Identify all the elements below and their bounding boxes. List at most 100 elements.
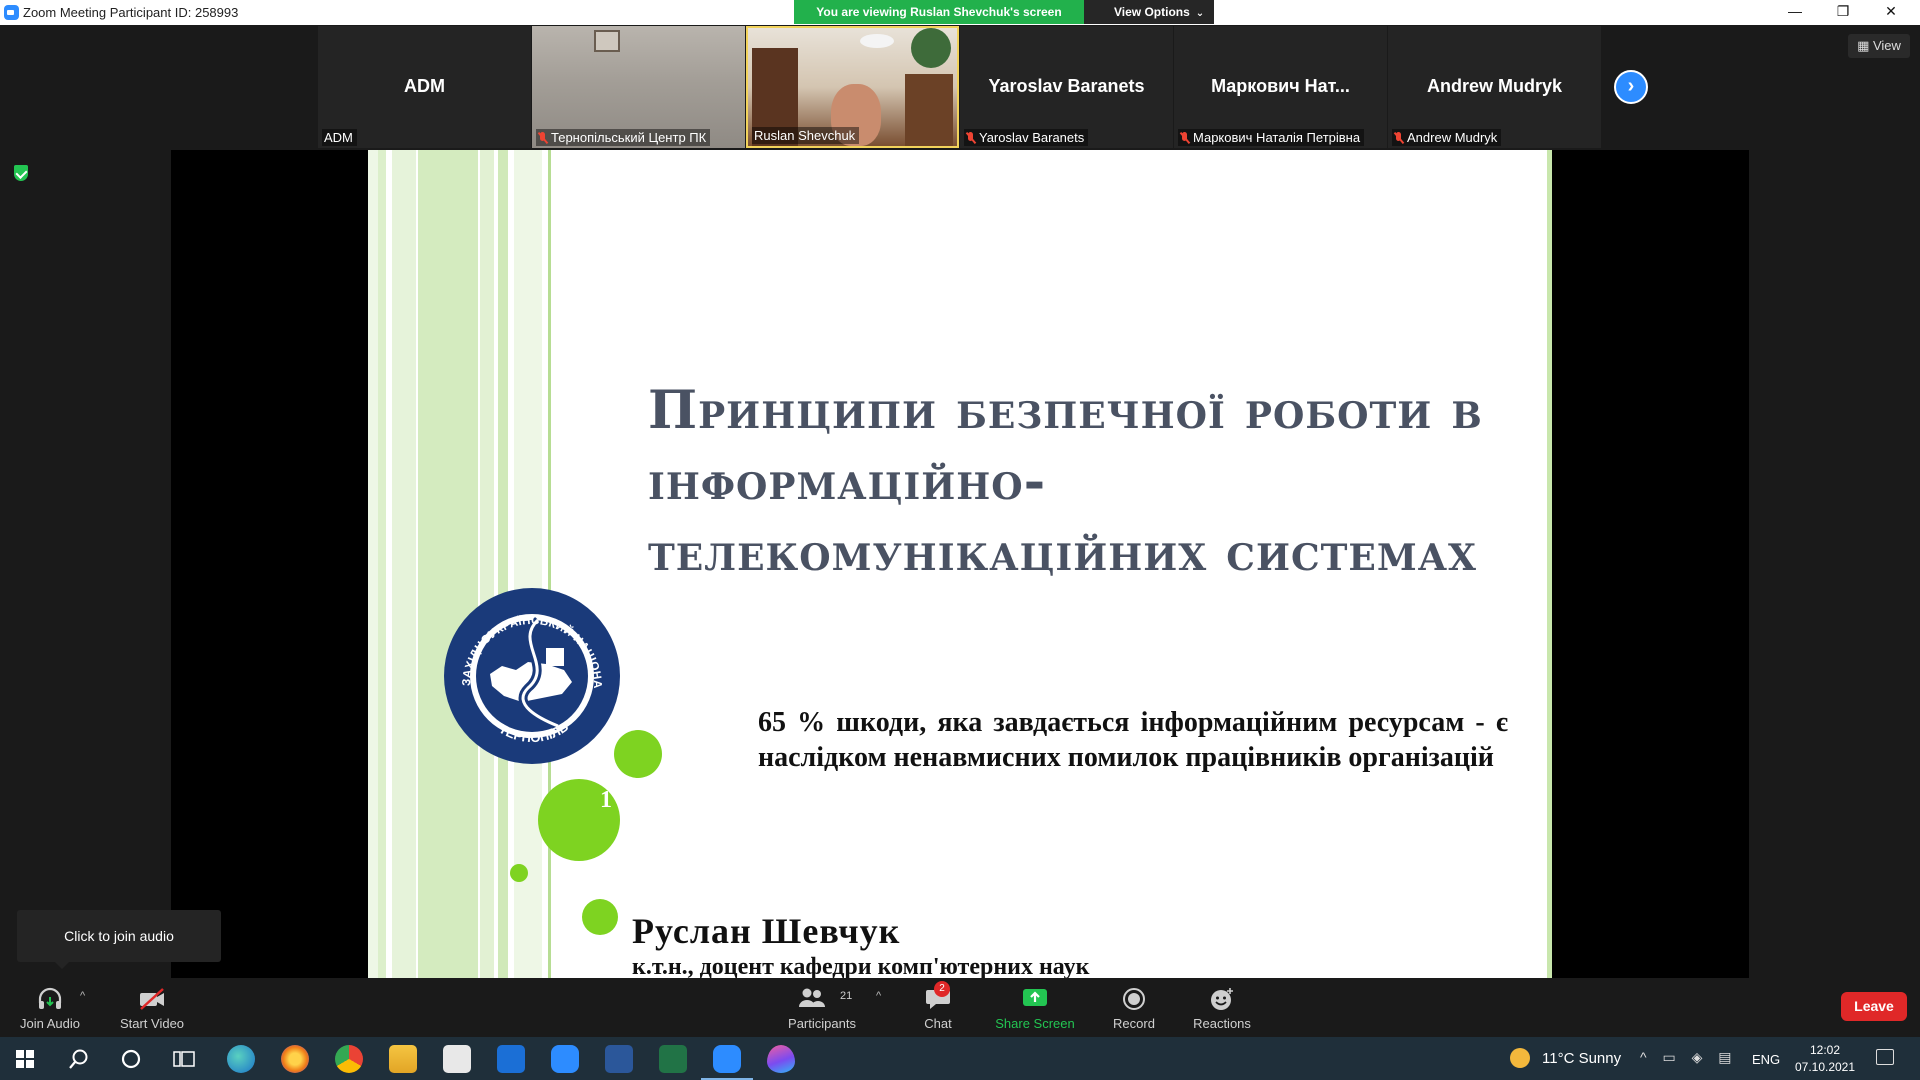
slide-stripe <box>392 150 416 978</box>
slide-stripe <box>418 150 478 978</box>
taskbar-date: 07.10.2021 <box>1794 1060 1856 1074</box>
slide-number: 1 <box>600 787 612 813</box>
notifications-icon[interactable] <box>1876 1049 1894 1065</box>
reactions-smiley-icon <box>1211 988 1233 1010</box>
chrome-icon[interactable] <box>335 1045 363 1073</box>
weather-sun-icon[interactable] <box>1510 1048 1530 1068</box>
search-icon[interactable] <box>68 1048 90 1070</box>
participant-tile-ruslan-shevchuk[interactable]: Ruslan Shevchuk <box>746 26 959 148</box>
participant-tile-andrew-mudryk[interactable]: Andrew Mudryk Andrew Mudryk <box>1388 26 1601 148</box>
slide-stripe <box>548 150 551 978</box>
zoom-icon[interactable] <box>551 1045 579 1073</box>
browser-icon[interactable] <box>281 1045 309 1073</box>
reactions-button[interactable]: Reactions <box>1182 978 1262 1037</box>
windows-taskbar: 11°C Sunny ^ ▭ ◈ ▤ ENG 12:02 07.10.2021 <box>0 1037 1920 1080</box>
excel-icon[interactable] <box>659 1045 687 1073</box>
slide-author-position: к.т.н., доцент кафедри комп'ютерних наук <box>632 954 1090 978</box>
chevron-down-icon: ⌄ <box>1195 8 1205 19</box>
slide-quote: 65 % шкоди, яка завдається інформаційним… <box>758 707 1508 773</box>
participant-tile-yaroslav-baranets[interactable]: Yaroslav Baranets Yaroslav Baranets <box>960 26 1173 148</box>
participants-icon <box>799 988 825 1007</box>
task-view-icon[interactable] <box>173 1049 195 1069</box>
taskbar-language[interactable]: ENG <box>1752 1052 1780 1067</box>
chat-button[interactable]: 2 Chat <box>898 978 978 1037</box>
next-participants-arrow-icon[interactable]: › <box>1614 70 1648 104</box>
participant-tile-adm[interactable]: ADM ADM <box>318 26 531 148</box>
slide-decor-circle <box>510 864 528 882</box>
participant-tile-ternopil-center[interactable]: Тернопільський Центр ПК <box>532 26 745 148</box>
mail-icon[interactable] <box>497 1045 525 1073</box>
grid-icon: ▦ <box>1857 38 1873 53</box>
participant-strip: ADM ADM Тернопільський Центр ПК Ruslan S… <box>318 26 1602 148</box>
meeting-controls-bar: Join Audio ^ Start Video 21 Participants… <box>0 978 1920 1037</box>
video-feed-plant <box>911 28 951 68</box>
paint-app-icon[interactable] <box>767 1045 795 1073</box>
window-title: Zoom Meeting Participant ID: 258993 <box>23 5 239 20</box>
participant-big-name: Маркович Нат... <box>1211 76 1350 96</box>
encryption-shield-icon[interactable] <box>14 165 28 181</box>
participant-label: ADM <box>322 129 357 146</box>
audio-options-caret-icon[interactable]: ^ <box>80 990 85 1002</box>
participant-label: Маркович Наталія Петрівна <box>1178 129 1365 146</box>
presentation-slide: 1 ЗАХІДНОУКРАЇНСЬКИЙ НАЦІОНАЛЬНИЙ УНІВЕР… <box>368 150 1552 978</box>
slide-stripe <box>1547 150 1552 978</box>
chat-unread-badge: 2 <box>934 981 950 997</box>
slide-stripe <box>480 150 494 978</box>
slide-title: Принципи безпечної роботи в інформаційно… <box>648 380 1483 583</box>
file-explorer-icon[interactable] <box>389 1045 417 1073</box>
mic-muted-icon <box>538 132 547 144</box>
share-screen-button[interactable]: Share Screen <box>990 978 1080 1037</box>
slide-stripe <box>514 150 542 978</box>
participant-label: Andrew Mudryk <box>1392 129 1502 146</box>
join-audio-tooltip: Click to join audio <box>17 910 221 969</box>
share-screen-label: Share Screen <box>995 1016 1075 1031</box>
leave-meeting-button[interactable]: Leave <box>1841 992 1907 1021</box>
join-audio-label: Join Audio <box>20 1016 80 1031</box>
participants-options-caret-icon[interactable]: ^ <box>876 990 881 1002</box>
view-options-button[interactable]: View Options ⌄ <box>1084 0 1214 24</box>
headphones-icon <box>38 987 62 1009</box>
participant-label: Тернопільський Центр ПК <box>536 129 711 146</box>
taskbar-clock[interactable]: 12:02 07.10.2021 <box>1790 1042 1860 1076</box>
view-layout-button[interactable]: ▦ View <box>1848 34 1910 58</box>
slide-stripe <box>498 150 508 978</box>
system-tray-icons[interactable]: ^ ▭ ◈ ▤ <box>1640 1049 1737 1066</box>
close-button[interactable]: ✕ <box>1868 0 1914 25</box>
record-icon <box>1123 988 1145 1010</box>
participant-label: Yaroslav Baranets <box>964 129 1089 146</box>
zoom-meeting-icon[interactable] <box>701 1045 753 1080</box>
view-options-label: View Options <box>1114 5 1190 19</box>
record-label: Record <box>1113 1016 1155 1031</box>
store-icon[interactable] <box>443 1045 471 1073</box>
participants-button[interactable]: 21 Participants <box>782 978 862 1037</box>
share-screen-icon <box>1023 989 1047 1006</box>
slide-stripe <box>378 150 386 978</box>
participant-label: Ruslan Shevchuk <box>752 127 860 144</box>
video-feed <box>594 30 620 52</box>
taskbar-time: 12:02 <box>1809 1043 1841 1057</box>
participants-label: Participants <box>788 1016 856 1031</box>
cortana-icon[interactable] <box>121 1049 141 1069</box>
mic-muted-icon <box>1180 132 1189 144</box>
mic-muted-icon <box>966 132 975 144</box>
video-feed-lamp <box>860 34 894 48</box>
word-icon[interactable] <box>605 1045 633 1073</box>
start-video-button[interactable]: Start Video <box>112 978 192 1037</box>
record-button[interactable]: Record <box>1094 978 1174 1037</box>
window-titlebar: Zoom Meeting Participant ID: 258993 You … <box>0 0 1920 25</box>
join-audio-button[interactable]: Join Audio <box>10 978 90 1037</box>
slide-stripe <box>368 150 378 978</box>
minimize-button[interactable]: — <box>1772 0 1818 25</box>
participant-big-name: Andrew Mudryk <box>1426 76 1563 96</box>
participant-tile-markovych[interactable]: Маркович Нат... Маркович Наталія Петрівн… <box>1174 26 1387 148</box>
viewing-screen-banner: You are viewing Ruslan Shevchuk's screen <box>794 0 1084 24</box>
edge-browser-icon[interactable] <box>227 1045 255 1073</box>
start-video-label: Start Video <box>119 1016 185 1031</box>
restore-button[interactable]: ❐ <box>1820 0 1866 25</box>
participants-count: 21 <box>840 990 853 1002</box>
video-off-icon <box>140 988 164 1010</box>
slide-author: Руслан Шевчук <box>632 911 901 951</box>
windows-start-icon[interactable] <box>16 1050 34 1068</box>
taskbar-weather[interactable]: 11°C Sunny <box>1542 1050 1621 1067</box>
zoom-app-icon <box>4 5 19 20</box>
